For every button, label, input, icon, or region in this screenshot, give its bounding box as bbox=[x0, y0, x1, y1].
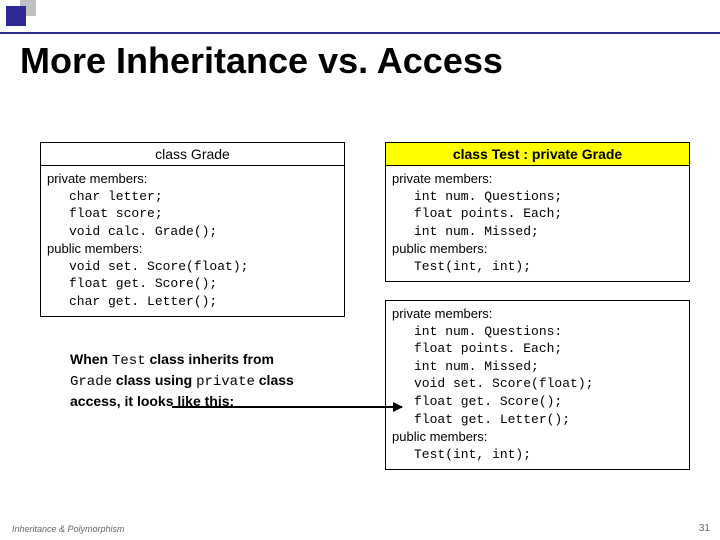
code-line: float score; bbox=[47, 205, 338, 223]
horizontal-rule bbox=[0, 32, 720, 34]
explain-frag: class inherits from bbox=[146, 351, 274, 367]
explain-code: private bbox=[196, 374, 255, 390]
public-label: public members: bbox=[47, 241, 142, 256]
explain-code: Test bbox=[112, 353, 146, 369]
code-line: float points. Each; bbox=[392, 205, 683, 223]
code-line: int num. Questions: bbox=[392, 323, 683, 341]
arrow-icon bbox=[172, 406, 402, 408]
result-class-box: private members: int num. Questions: flo… bbox=[385, 300, 690, 470]
test-class-box: class Test : private Grade private membe… bbox=[385, 142, 690, 282]
private-label: private members: bbox=[392, 171, 492, 186]
footer-text: Inheritance & Polymorphism bbox=[12, 524, 125, 534]
code-line: float get. Score(); bbox=[392, 393, 683, 411]
explain-frag: When bbox=[70, 351, 112, 367]
left-column: class Grade private members: char letter… bbox=[40, 142, 345, 478]
right-column: class Test : private Grade private membe… bbox=[385, 142, 690, 478]
content-columns: class Grade private members: char letter… bbox=[40, 142, 690, 478]
explain-code: Grade bbox=[70, 374, 112, 390]
result-box-body: private members: int num. Questions: flo… bbox=[386, 301, 689, 469]
public-label: public members: bbox=[392, 429, 487, 444]
grade-box-body: private members: char letter; float scor… bbox=[41, 166, 344, 316]
code-line: float get. Letter(); bbox=[392, 411, 683, 429]
code-line: Test(int, int); bbox=[392, 258, 683, 276]
code-line: char letter; bbox=[47, 188, 338, 206]
private-label: private members: bbox=[392, 306, 492, 321]
test-box-body: private members: int num. Questions; flo… bbox=[386, 166, 689, 281]
grade-class-box: class Grade private members: char letter… bbox=[40, 142, 345, 317]
explain-frag: class using bbox=[112, 372, 196, 388]
page-number: 31 bbox=[699, 523, 710, 534]
code-line: float points. Each; bbox=[392, 340, 683, 358]
code-line: void set. Score(float); bbox=[392, 375, 683, 393]
code-line: char get. Letter(); bbox=[47, 293, 338, 311]
code-line: void set. Score(float); bbox=[47, 258, 338, 276]
code-line: float get. Score(); bbox=[47, 275, 338, 293]
code-line: Test(int, int); bbox=[392, 446, 683, 464]
code-line: int num. Missed; bbox=[392, 223, 683, 241]
explanation-text: When Test class inherits from Grade clas… bbox=[70, 350, 300, 411]
code-line: void calc. Grade(); bbox=[47, 223, 338, 241]
code-line: int num. Missed; bbox=[392, 358, 683, 376]
private-label: private members: bbox=[47, 171, 147, 186]
slide-title: More Inheritance vs. Access bbox=[20, 40, 503, 82]
corner-decoration bbox=[0, 0, 40, 40]
deco-square-blue bbox=[6, 6, 26, 26]
public-label: public members: bbox=[392, 241, 487, 256]
code-line: int num. Questions; bbox=[392, 188, 683, 206]
grade-box-header: class Grade bbox=[41, 143, 344, 166]
test-box-header: class Test : private Grade bbox=[386, 143, 689, 166]
